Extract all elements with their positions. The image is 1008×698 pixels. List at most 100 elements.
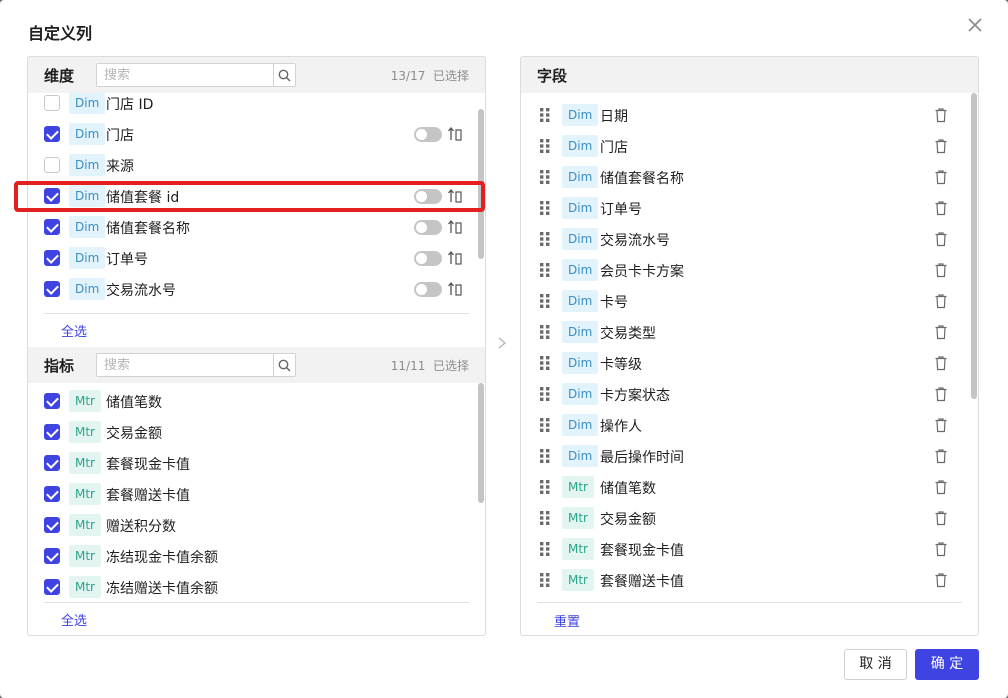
checkbox[interactable]: [44, 455, 60, 471]
list-item[interactable]: Dim 储值套餐名称: [28, 212, 485, 243]
toggle-switch[interactable]: [414, 189, 442, 204]
list-item[interactable]: Mtr 冻结现金卡值余额: [28, 541, 485, 572]
dimensions-scrollbar[interactable]: [478, 109, 484, 259]
drag-handle-icon[interactable]: [539, 200, 551, 216]
trash-icon[interactable]: [934, 448, 948, 464]
field-item[interactable]: Mtr 套餐现金卡值: [521, 534, 961, 565]
drag-handle-icon[interactable]: [539, 541, 551, 557]
checkbox[interactable]: [44, 393, 60, 409]
drag-handle-icon[interactable]: [539, 138, 551, 154]
field-item[interactable]: Dim 日期: [521, 100, 961, 131]
sort-icon[interactable]: [447, 280, 463, 298]
dimensions-select-all-link[interactable]: 全选: [61, 321, 87, 340]
search-icon[interactable]: [273, 64, 295, 86]
trash-icon[interactable]: [934, 572, 948, 588]
drag-handle-icon[interactable]: [539, 417, 551, 433]
sort-icon[interactable]: [447, 125, 463, 143]
cancel-button[interactable]: 取 消: [844, 649, 907, 680]
close-icon[interactable]: [964, 14, 986, 36]
checkbox[interactable]: [44, 95, 60, 111]
checkbox[interactable]: [44, 188, 60, 204]
sort-icon[interactable]: [447, 218, 463, 236]
drag-handle-icon[interactable]: [539, 448, 551, 464]
list-item[interactable]: Mtr 交易金额: [28, 417, 485, 448]
trash-icon[interactable]: [934, 138, 948, 154]
field-item[interactable]: Dim 储值套餐名称: [521, 162, 961, 193]
toggle-switch[interactable]: [414, 220, 442, 235]
list-item[interactable]: Dim 来源: [28, 150, 485, 181]
trash-icon[interactable]: [934, 293, 948, 309]
field-item[interactable]: Dim 卡等级: [521, 348, 961, 379]
checkbox[interactable]: [44, 157, 60, 173]
drag-handle-icon[interactable]: [539, 510, 551, 526]
checkbox[interactable]: [44, 126, 60, 142]
drag-handle-icon[interactable]: [539, 572, 551, 588]
list-item[interactable]: Mtr 储值笔数: [28, 386, 485, 417]
drag-handle-icon[interactable]: [539, 169, 551, 185]
field-item[interactable]: Dim 交易类型: [521, 317, 961, 348]
field-item[interactable]: Mtr 储值笔数: [521, 472, 961, 503]
search-icon[interactable]: [273, 354, 295, 376]
toggle-switch[interactable]: [414, 282, 442, 297]
drag-handle-icon[interactable]: [539, 324, 551, 340]
drag-handle-icon[interactable]: [539, 262, 551, 278]
checkbox[interactable]: [44, 548, 60, 564]
list-item[interactable]: Dim 门店: [28, 119, 485, 150]
drag-handle-icon[interactable]: [539, 107, 551, 123]
checkbox[interactable]: [44, 486, 60, 502]
trash-icon[interactable]: [934, 107, 948, 123]
trash-icon[interactable]: [934, 355, 948, 371]
checkbox[interactable]: [44, 579, 60, 595]
trash-icon[interactable]: [934, 324, 948, 340]
toggle-switch[interactable]: [414, 251, 442, 266]
drag-handle-icon[interactable]: [539, 386, 551, 402]
checkbox[interactable]: [44, 250, 60, 266]
checkbox[interactable]: [44, 517, 60, 533]
drag-handle-icon[interactable]: [539, 231, 551, 247]
field-item[interactable]: Dim 卡号: [521, 286, 961, 317]
drag-handle-icon[interactable]: [539, 479, 551, 495]
trash-icon[interactable]: [934, 479, 948, 495]
trash-icon[interactable]: [934, 200, 948, 216]
field-item[interactable]: Dim 交易流水号: [521, 224, 961, 255]
reset-link[interactable]: 重置: [554, 611, 580, 630]
trash-icon[interactable]: [934, 169, 948, 185]
list-item[interactable]: Dim 门店 ID: [28, 93, 485, 119]
list-item[interactable]: Dim 储值套餐 id: [28, 181, 485, 212]
metrics-search-input[interactable]: [97, 354, 273, 376]
metrics-scrollbar[interactable]: [478, 383, 484, 503]
list-item[interactable]: Mtr 套餐现金卡值: [28, 448, 485, 479]
field-item[interactable]: Mtr 套餐赠送卡值: [521, 565, 961, 596]
trash-icon[interactable]: [934, 541, 948, 557]
field-item[interactable]: Dim 会员卡卡方案: [521, 255, 961, 286]
drag-handle-icon[interactable]: [539, 293, 551, 309]
trash-icon[interactable]: [934, 510, 948, 526]
field-item[interactable]: Mtr 交易金额: [521, 503, 961, 534]
trash-icon[interactable]: [934, 417, 948, 433]
trash-icon[interactable]: [934, 262, 948, 278]
list-item[interactable]: Dim 订单号: [28, 243, 485, 274]
metrics-select-all-link[interactable]: 全选: [61, 610, 87, 629]
list-item[interactable]: Mtr 冻结赠送卡值余额: [28, 572, 485, 601]
sort-icon[interactable]: [447, 187, 463, 205]
checkbox[interactable]: [44, 424, 60, 440]
list-item[interactable]: Mtr 套餐赠送卡值: [28, 479, 485, 510]
fields-scrollbar[interactable]: [971, 93, 977, 399]
dimensions-search-input[interactable]: [97, 64, 273, 86]
list-item[interactable]: Mtr 赠送积分数: [28, 510, 485, 541]
trash-icon[interactable]: [934, 231, 948, 247]
field-item[interactable]: Dim 门店: [521, 131, 961, 162]
checkbox[interactable]: [44, 219, 60, 235]
confirm-button[interactable]: 确 定: [915, 649, 979, 680]
toggle-switch[interactable]: [414, 127, 442, 142]
field-item[interactable]: Dim 最后操作时间: [521, 441, 961, 472]
chevron-right-icon[interactable]: [496, 336, 508, 350]
field-item[interactable]: Dim 订单号: [521, 193, 961, 224]
trash-icon[interactable]: [934, 386, 948, 402]
drag-handle-icon[interactable]: [539, 355, 551, 371]
list-item[interactable]: Dim 交易流水号: [28, 274, 485, 305]
field-item[interactable]: Dim 卡方案状态: [521, 379, 961, 410]
sort-icon[interactable]: [447, 249, 463, 267]
checkbox[interactable]: [44, 281, 60, 297]
field-item[interactable]: Dim 操作人: [521, 410, 961, 441]
